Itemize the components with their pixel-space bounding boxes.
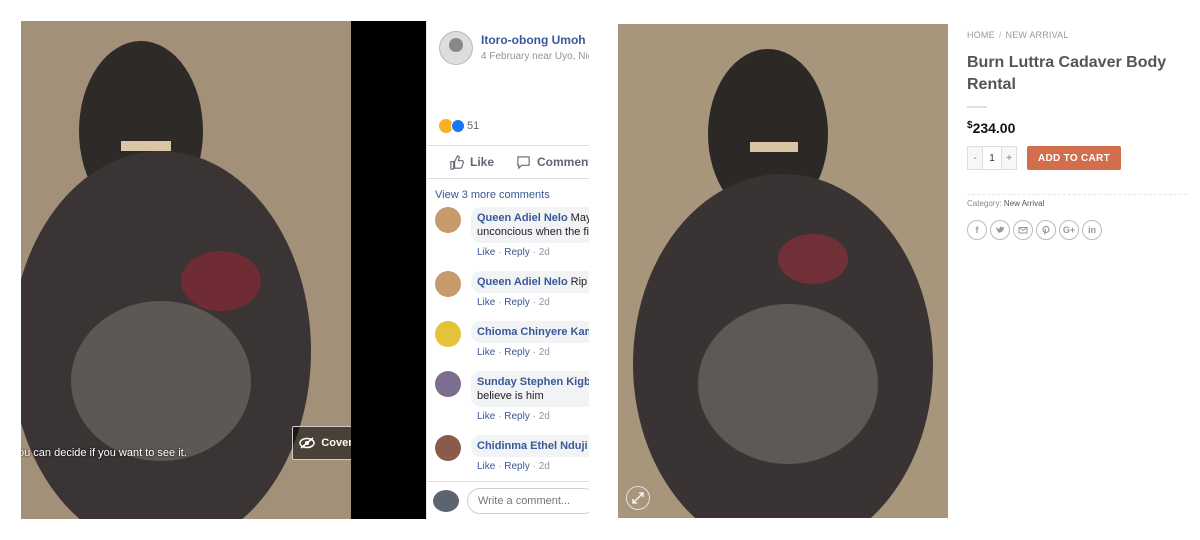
comment-meta: Like · Reply · 2d [477, 461, 550, 472]
linkedin-icon[interactable]: in [1082, 220, 1102, 240]
comment-meta: Like · Reply · 2d [477, 247, 550, 258]
post-actions: Like Comment [427, 145, 589, 179]
reaction-summary[interactable]: 51 [439, 119, 479, 133]
author-name[interactable]: Itoro-obong Umoh [481, 33, 589, 47]
product-summary: HOME / NEW ARRIVAL Burn Luttra Cadaver Bod… [967, 30, 1187, 240]
breadcrumb-separator: / [998, 30, 1002, 40]
comment-reply-link[interactable]: Reply [504, 347, 530, 358]
commenter-name[interactable]: Chioma Chinyere Kam [477, 326, 589, 338]
commenter-avatar[interactable] [435, 371, 461, 397]
view-more-comments-link[interactable]: View 3 more comments [435, 189, 550, 201]
email-icon[interactable] [1013, 220, 1033, 240]
commenter-avatar[interactable] [435, 321, 461, 347]
comment-reply-link[interactable]: Reply [504, 247, 530, 258]
like-label: Like [470, 155, 495, 169]
current-user-avatar [433, 490, 459, 512]
facebook-icon[interactable]: f [967, 220, 987, 240]
price-value: 234.00 [972, 120, 1016, 136]
eye-slash-icon [299, 437, 316, 449]
comment-text: Rip t [570, 276, 589, 288]
comment-age: 2d [538, 347, 550, 358]
comment-bubble: Sunday Stephen Kigbu believe is him [471, 371, 589, 407]
comment-meta: Like · Reply · 2d [477, 411, 550, 422]
comment-age: 2d [538, 247, 550, 258]
category-label: Category: [967, 199, 1002, 208]
comment-age: 2d [538, 411, 550, 422]
comment-meta: Like · Reply · 2d [477, 297, 550, 308]
comment-button[interactable]: Comment [516, 155, 589, 170]
comment-like-link[interactable]: Like [477, 411, 495, 422]
comment-reply-link[interactable]: Reply [504, 461, 530, 472]
comment-text-line2: believe is him [477, 390, 544, 402]
comment-input[interactable] [467, 488, 589, 514]
post-sidebar: Itoro-obong Umoh 4 February near Uyo, Ni… [426, 21, 589, 519]
title-divider [967, 106, 987, 108]
comment-age: 2d [538, 297, 550, 308]
comment-label: Comment [537, 155, 589, 169]
twitter-icon[interactable] [990, 220, 1010, 240]
post-author: Itoro-obong Umoh 4 February near Uyo, Ni… [439, 31, 589, 65]
comment-reply-link[interactable]: Reply [504, 297, 530, 308]
comment-meta: Like · Reply · 2d [477, 347, 550, 358]
comment-like-link[interactable]: Like [477, 461, 495, 472]
commenter-avatar[interactable] [435, 435, 461, 461]
write-comment-bar [427, 481, 589, 519]
viewer-letterbox [351, 21, 426, 519]
like-reaction-icon [451, 119, 465, 133]
sensitive-warning-text: ou can decide if you want to see it. [21, 447, 187, 459]
breadcrumb-current[interactable]: NEW ARRIVAL [1006, 30, 1069, 40]
breadcrumb: HOME / NEW ARRIVAL [967, 30, 1187, 40]
comment-like-link[interactable]: Like [477, 297, 495, 308]
quantity-decrease-button[interactable]: - [968, 147, 982, 169]
product-price: $234.00 [967, 120, 1187, 136]
pinterest-icon[interactable] [1036, 220, 1056, 240]
comment-text-line2: unconcious when the fir [477, 226, 589, 238]
expand-icon [632, 492, 644, 504]
comment-bubble: Chioma Chinyere Kam [471, 321, 589, 343]
breadcrumb-home[interactable]: HOME [967, 30, 995, 40]
comment-age: 2d [538, 461, 550, 472]
product-image[interactable] [618, 24, 948, 518]
comment-like-link[interactable]: Like [477, 247, 495, 258]
reaction-count: 51 [467, 120, 480, 132]
meta-divider [967, 194, 1187, 195]
comment-bubble: Queen Adiel NeloRip t [471, 271, 589, 293]
commenter-name[interactable]: Queen Adiel Nelo [477, 212, 568, 224]
comment-bubble: Chidinma Ethel NdujiC [471, 435, 589, 457]
quantity-increase-button[interactable]: + [1002, 147, 1016, 169]
thumbs-up-icon [450, 154, 464, 170]
like-button[interactable]: Like [449, 154, 495, 170]
commenter-name[interactable]: Queen Adiel Nelo [477, 276, 568, 288]
commenter-name[interactable]: Chidinma Ethel Nduji [477, 440, 588, 452]
comment-text: Mayb [570, 212, 589, 224]
category-link[interactable]: New Arrival [1004, 199, 1044, 208]
quantity-stepper: - 1 + [967, 146, 1017, 170]
cover-photo-button[interactable]: Cover this photo [292, 426, 351, 460]
author-avatar[interactable] [439, 31, 473, 65]
cover-photo-label: Cover this photo [321, 437, 351, 449]
google-plus-icon[interactable]: G+ [1059, 220, 1079, 240]
comment-icon [517, 155, 530, 169]
social-photo-viewer: ou can decide if you want to see it. Cov… [21, 21, 589, 519]
cart-row: - 1 + ADD TO CART [967, 146, 1187, 170]
comment-reply-link[interactable]: Reply [504, 411, 530, 422]
commenter-avatar[interactable] [435, 271, 461, 297]
zoom-button[interactable] [626, 486, 650, 510]
share-icons: f G+ in [967, 220, 1187, 240]
comment-like-link[interactable]: Like [477, 347, 495, 358]
commenter-name[interactable]: Sunday Stephen Kigbu [477, 376, 589, 388]
product-photo [618, 24, 948, 518]
post-date[interactable]: 4 February near Uyo, Nig [481, 51, 589, 62]
add-to-cart-button[interactable]: ADD TO CART [1027, 146, 1121, 170]
quantity-input[interactable]: 1 [982, 147, 1002, 169]
commenter-avatar[interactable] [435, 207, 461, 233]
viewer-photo[interactable]: ou can decide if you want to see it. Cov… [21, 21, 351, 519]
comment-bubble: Queen Adiel NeloMayb unconcious when the… [471, 207, 589, 243]
product-title: Burn Luttra Cadaver Body Rental [967, 54, 1167, 93]
product-category: Category: New Arrival [967, 199, 1187, 208]
